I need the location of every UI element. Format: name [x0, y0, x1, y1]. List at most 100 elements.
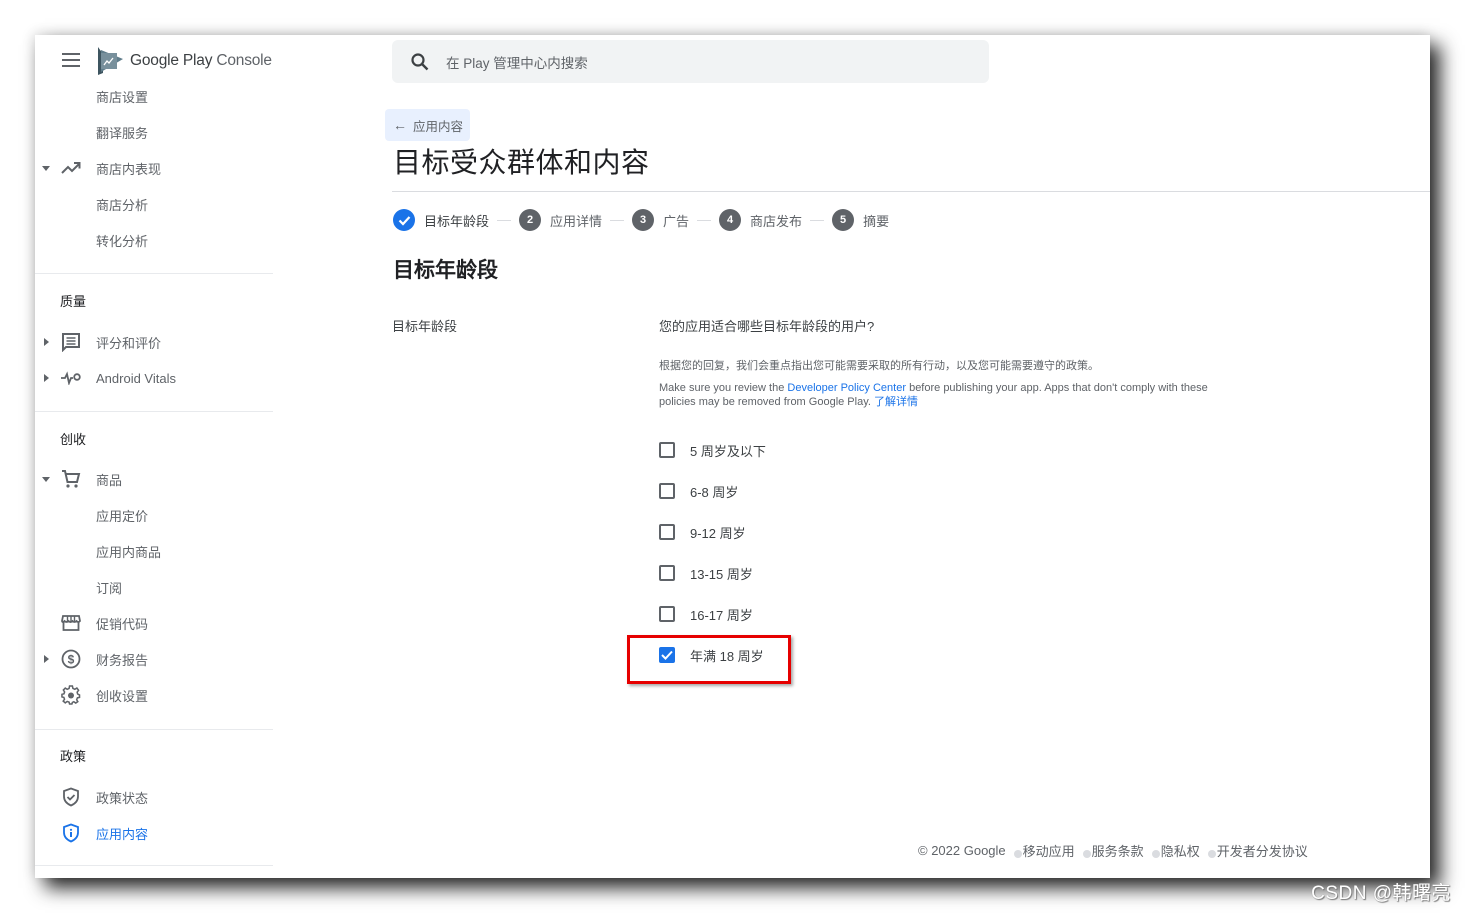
section-title-policy: 政策: [60, 749, 87, 764]
checkbox-label: 5 周岁及以下: [690, 443, 766, 459]
step-label: 商店发布: [750, 213, 803, 229]
section-title-monetize: 创收: [60, 432, 87, 447]
age-option-6-8[interactable]: 6-8 周岁: [659, 480, 738, 502]
age-option-13-15[interactable]: 13-15 周岁: [659, 562, 753, 584]
footer-link-privacy[interactable]: 隐私权: [1161, 841, 1200, 860]
sidebar-item-label: 应用定价: [96, 508, 149, 524]
chevron-right-icon[interactable]: [41, 337, 51, 347]
age-option-5-and-under[interactable]: 5 周岁及以下: [659, 439, 766, 461]
checkbox-label: 16-17 周岁: [690, 607, 753, 623]
trending-up-icon: [60, 157, 82, 179]
age-question: 您的应用适合哪些目标年龄段的用户?: [659, 319, 875, 334]
sidebar-item-policy-status[interactable]: 政策状态: [35, 782, 273, 812]
step-app-details[interactable]: 2 应用详情: [519, 209, 602, 231]
step-connector: [810, 219, 825, 221]
title-divider: [392, 191, 1430, 192]
back-to-app-content-button[interactable]: ← 应用内容: [385, 109, 471, 141]
sidebar-divider: [35, 729, 273, 730]
watermark: CSDN @韩曙亮: [1311, 883, 1451, 904]
separator-dot: [1082, 849, 1091, 858]
chevron-right-icon[interactable]: [41, 373, 51, 383]
app-logo[interactable]: Google Play Console: [96, 46, 272, 76]
sidebar-item-subscriptions[interactable]: 订阅: [35, 572, 273, 602]
sidebar: Google Play Console 商店设置 翻译服务 商店内表现 商店分析…: [35, 35, 273, 878]
sidebar-divider: [35, 865, 273, 866]
dollar-icon: $: [60, 648, 82, 670]
sidebar-item-store-analysis[interactable]: 商店分析: [35, 189, 273, 219]
developer-policy-center-link[interactable]: Developer Policy Center: [787, 382, 906, 394]
checkbox[interactable]: [659, 606, 675, 622]
field-label: 目标年龄段: [392, 319, 458, 334]
hint-text-en: Make sure you review the Developer Polic…: [659, 382, 1208, 408]
sidebar-item-store-performance[interactable]: 商店内表现: [35, 153, 273, 183]
checkbox[interactable]: [659, 442, 675, 458]
sidebar-divider: [35, 411, 273, 412]
checkbox-checked[interactable]: [659, 647, 675, 663]
sidebar-item-label: Android Vitals: [96, 370, 176, 386]
checkbox[interactable]: [659, 483, 675, 499]
gear-icon: [60, 684, 82, 706]
sidebar-item-label: 评分和评价: [96, 335, 162, 351]
sidebar-item-monetization-settings[interactable]: 创收设置: [35, 680, 273, 710]
shield-check-icon: [60, 786, 82, 808]
sidebar-item-label: 订阅: [96, 580, 123, 596]
sidebar-item-ratings-reviews[interactable]: 评分和评价: [35, 327, 273, 357]
age-option-18-plus[interactable]: 年满 18 周岁: [659, 644, 764, 666]
sidebar-item-financial-reports[interactable]: $ 财务报告: [35, 644, 273, 674]
sidebar-item-app-pricing[interactable]: 应用定价: [35, 500, 273, 530]
menu-icon[interactable]: [62, 53, 80, 67]
sidebar-item-store-settings[interactable]: 商店设置: [35, 81, 273, 111]
checkbox[interactable]: [659, 524, 675, 540]
sidebar-item-label: 商店内表现: [96, 161, 162, 177]
search-icon[interactable]: [410, 52, 430, 72]
step-ads[interactable]: 3 广告: [632, 209, 689, 231]
sidebar-item-label: 商品: [96, 472, 123, 488]
sidebar-item-conversion-analysis[interactable]: 转化分析: [35, 225, 273, 255]
sidebar-item-label: 应用内商品: [96, 544, 162, 560]
shield-info-icon: [60, 822, 82, 844]
checkbox-label: 6-8 周岁: [690, 484, 739, 500]
sidebar-item-label: 转化分析: [96, 233, 149, 249]
separator-dot: [1013, 849, 1022, 858]
app-window: Google Play Console 商店设置 翻译服务 商店内表现 商店分析…: [35, 35, 1430, 878]
step-store-presence[interactable]: 4 商店发布: [719, 209, 802, 231]
age-option-9-12[interactable]: 9-12 周岁: [659, 521, 746, 543]
sidebar-item-app-content[interactable]: 应用内容: [35, 818, 273, 848]
sidebar-item-label: 翻译服务: [96, 125, 149, 141]
sidebar-item-label: 应用内容: [96, 826, 149, 842]
sidebar-divider: [35, 273, 273, 274]
age-option-16-17[interactable]: 16-17 周岁: [659, 603, 753, 625]
play-console-logo-icon: [98, 47, 123, 75]
chevron-down-icon[interactable]: [41, 474, 51, 484]
step-target-age[interactable]: 目标年龄段: [393, 209, 489, 231]
step-number: 2: [519, 209, 542, 231]
checkbox[interactable]: [659, 565, 675, 581]
step-number: 3: [632, 209, 655, 231]
step-summary[interactable]: 5 摘要: [832, 209, 889, 231]
sidebar-item-translation[interactable]: 翻译服务: [35, 117, 273, 147]
step-label: 目标年龄段: [424, 213, 490, 229]
checkbox-label: 9-12 周岁: [690, 525, 746, 541]
copyright: © 2022 Google: [918, 843, 1006, 858]
chevron-down-icon[interactable]: [41, 163, 51, 173]
step-label: 广告: [663, 213, 690, 229]
chevron-right-icon[interactable]: [41, 654, 51, 664]
sidebar-item-promo-codes[interactable]: 促销代码: [35, 608, 273, 638]
cart-icon: [60, 468, 82, 490]
step-label: 摘要: [863, 213, 890, 229]
separator-dot: [1151, 849, 1160, 858]
sidebar-item-label: 商店分析: [96, 197, 149, 213]
back-label: 应用内容: [413, 119, 464, 134]
sidebar-item-products[interactable]: 商品: [35, 464, 273, 494]
footer-link-dda[interactable]: 开发者分发协议: [1217, 841, 1308, 860]
step-connector: [697, 219, 712, 221]
step-number: 5: [832, 209, 855, 231]
footer-link-mobile-app[interactable]: 移动应用: [1023, 841, 1075, 860]
learn-more-link[interactable]: 了解详情: [874, 396, 918, 408]
sidebar-item-in-app-products[interactable]: 应用内商品: [35, 536, 273, 566]
sidebar-item-label: 促销代码: [96, 616, 149, 632]
footer-link-terms[interactable]: 服务条款: [1092, 841, 1144, 860]
search-input[interactable]: 在 Play 管理中心内搜索: [392, 40, 989, 83]
store-icon: [60, 612, 82, 634]
sidebar-item-android-vitals[interactable]: Android Vitals: [35, 363, 273, 393]
